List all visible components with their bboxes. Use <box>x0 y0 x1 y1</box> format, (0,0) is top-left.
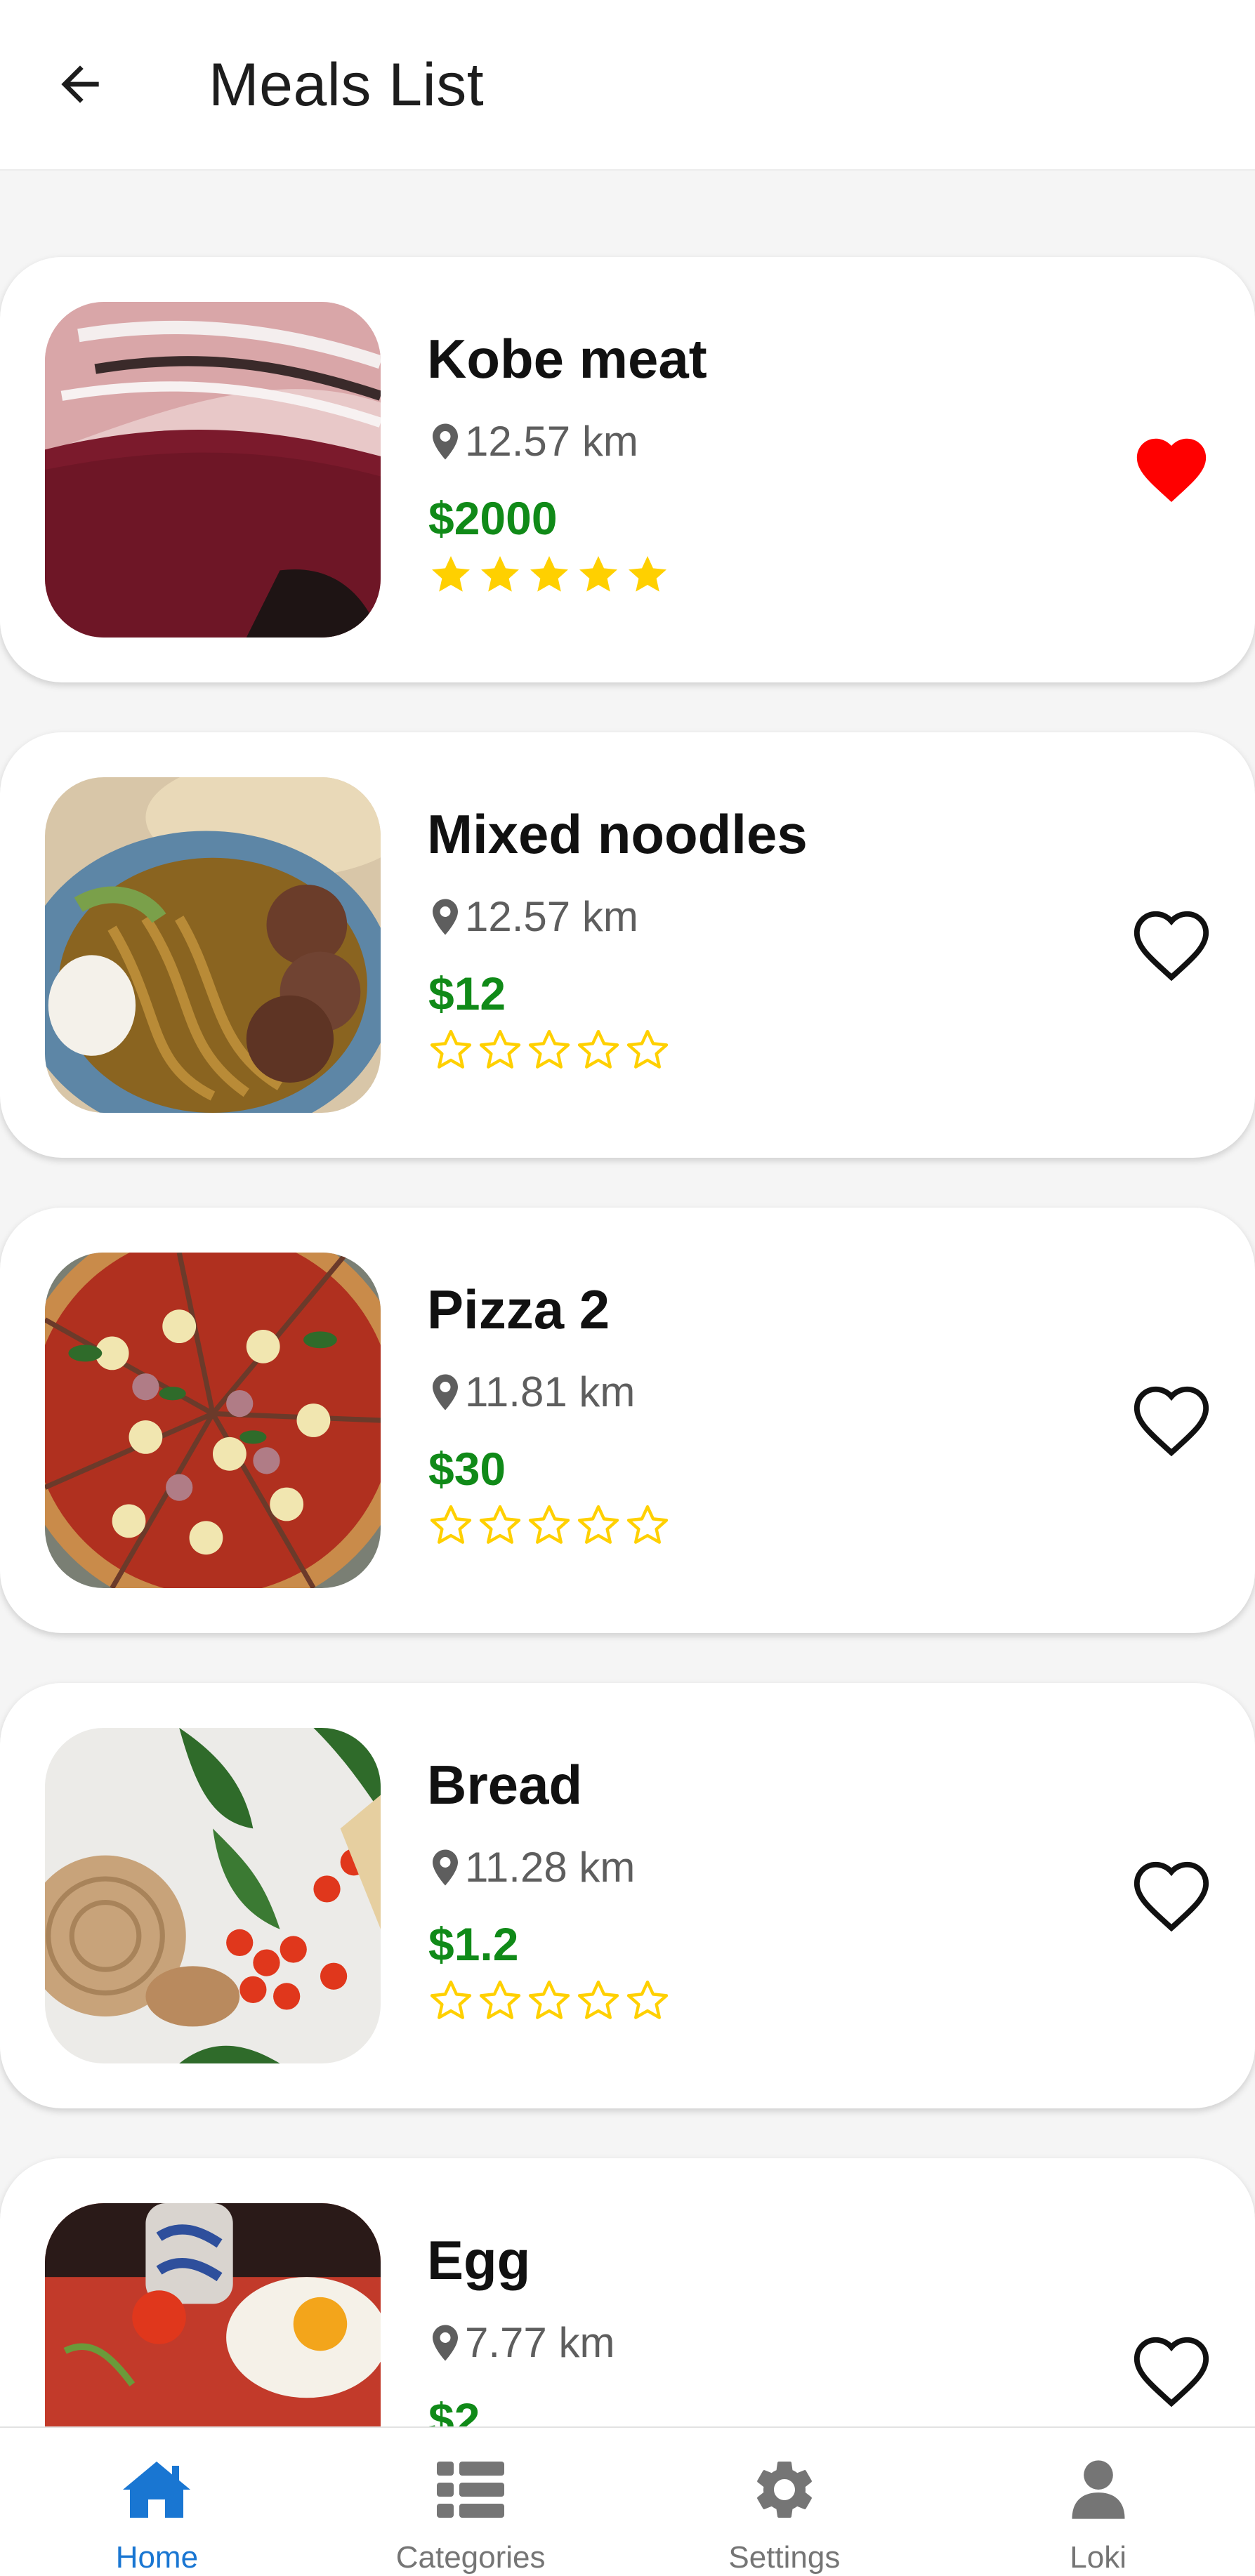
bottom-navigation: Home Categories Settings Loki <box>0 2426 1255 2576</box>
star-outline-icon[interactable] <box>624 1027 673 1077</box>
star-outline-icon[interactable] <box>624 1502 673 1552</box>
star-filled-icon[interactable] <box>574 552 624 602</box>
heart-outline-icon <box>1130 1854 1213 1937</box>
heart-outline-icon <box>1130 2330 1213 2412</box>
app-bar: Meals List <box>0 0 1255 171</box>
meal-name: Pizza 2 <box>427 1279 610 1340</box>
meal-price: $2 <box>428 2393 480 2426</box>
meal-price: $1.2 <box>428 1918 519 1970</box>
meal-name: Bread <box>427 1754 583 1816</box>
favorite-button[interactable] <box>1130 2330 1213 2412</box>
distance-text: 12.57 km <box>465 893 638 940</box>
rating-stars[interactable] <box>427 552 673 602</box>
meals-list-screen: Meals List Kobe meat 12.57 km $2000 Mixe… <box>0 0 1255 2576</box>
meal-image <box>45 1728 381 2063</box>
back-button[interactable] <box>42 46 118 122</box>
star-outline-icon[interactable] <box>476 1978 525 2028</box>
meal-card[interactable]: Mixed noodles 12.57 km $12 <box>0 732 1255 1158</box>
meal-image <box>45 1253 381 1588</box>
arrow-left-icon <box>61 65 99 103</box>
meal-distance: 7.77 km <box>433 2318 615 2367</box>
nav-item-settings[interactable]: Settings <box>628 2428 942 2576</box>
meal-card[interactable]: Egg 7.77 km $2 <box>0 2158 1255 2426</box>
star-filled-icon[interactable] <box>525 552 574 602</box>
meals-list[interactable]: Kobe meat 12.57 km $2000 Mixed noodles 1… <box>0 171 1255 2426</box>
location-pin-icon <box>433 423 458 459</box>
nav-item-categories[interactable]: Categories <box>314 2428 628 2576</box>
meal-price: $2000 <box>428 492 558 544</box>
meal-distance: 11.28 km <box>433 1843 635 1891</box>
meal-name: Kobe meat <box>427 328 707 390</box>
meal-image <box>45 2203 381 2426</box>
meal-image <box>45 302 381 638</box>
star-outline-icon[interactable] <box>427 1502 476 1552</box>
user-icon <box>1072 2460 1125 2519</box>
nav-label-home: Home <box>115 2540 199 2575</box>
star-outline-icon[interactable] <box>525 1502 574 1552</box>
distance-text: 11.81 km <box>465 1368 636 1415</box>
meal-price: $12 <box>428 967 506 1019</box>
meal-distance: 12.57 km <box>433 417 638 465</box>
meal-distance: 11.81 km <box>433 1368 635 1416</box>
star-outline-icon[interactable] <box>574 1502 624 1552</box>
favorite-button[interactable] <box>1130 1854 1213 1937</box>
location-pin-icon <box>433 1374 458 1410</box>
rating-stars[interactable] <box>427 1502 673 1552</box>
meal-distance: 12.57 km <box>433 892 638 941</box>
star-filled-icon[interactable] <box>476 552 525 602</box>
favorite-button[interactable] <box>1130 1379 1213 1462</box>
list-icon <box>437 2462 505 2518</box>
star-outline-icon[interactable] <box>525 1027 574 1077</box>
home-icon <box>123 2462 191 2518</box>
rating-stars[interactable] <box>427 1978 673 2028</box>
nav-label-settings: Settings <box>728 2540 841 2575</box>
heart-outline-icon <box>1130 1379 1213 1462</box>
star-outline-icon[interactable] <box>476 1502 525 1552</box>
star-outline-icon[interactable] <box>574 1978 624 2028</box>
meal-name: Egg <box>427 2229 531 2291</box>
star-outline-icon[interactable] <box>427 1027 476 1077</box>
meal-image <box>45 777 381 1113</box>
gear-icon <box>756 2462 812 2518</box>
star-outline-icon[interactable] <box>476 1027 525 1077</box>
nav-label-profile: Loki <box>1070 2540 1126 2575</box>
distance-text: 11.28 km <box>465 1844 636 1891</box>
location-pin-icon <box>433 1849 458 1885</box>
meal-price: $30 <box>428 1443 506 1495</box>
nav-item-profile[interactable]: Loki <box>941 2428 1255 2576</box>
heart-outline-icon <box>1130 904 1213 986</box>
location-pin-icon <box>433 899 458 934</box>
page-title: Meals List <box>209 51 485 119</box>
meal-card[interactable]: Pizza 2 11.81 km $30 <box>0 1208 1255 1633</box>
nav-label-categories: Categories <box>395 2540 546 2575</box>
star-filled-icon[interactable] <box>624 552 673 602</box>
nav-item-home[interactable]: Home <box>0 2428 314 2576</box>
favorite-button[interactable] <box>1130 428 1213 511</box>
heart-filled-icon <box>1130 428 1213 511</box>
star-outline-icon[interactable] <box>525 1978 574 2028</box>
star-filled-icon[interactable] <box>427 552 476 602</box>
star-outline-icon[interactable] <box>427 1978 476 2028</box>
distance-text: 12.57 km <box>465 418 638 465</box>
star-outline-icon[interactable] <box>624 1978 673 2028</box>
favorite-button[interactable] <box>1130 904 1213 986</box>
meal-card[interactable]: Bread 11.28 km $1.2 <box>0 1683 1255 2108</box>
meal-name: Mixed noodles <box>427 803 808 865</box>
meal-card[interactable]: Kobe meat 12.57 km $2000 <box>0 257 1255 682</box>
star-outline-icon[interactable] <box>574 1027 624 1077</box>
distance-text: 7.77 km <box>465 2319 615 2366</box>
location-pin-icon <box>433 2325 458 2360</box>
rating-stars[interactable] <box>427 1027 673 1077</box>
